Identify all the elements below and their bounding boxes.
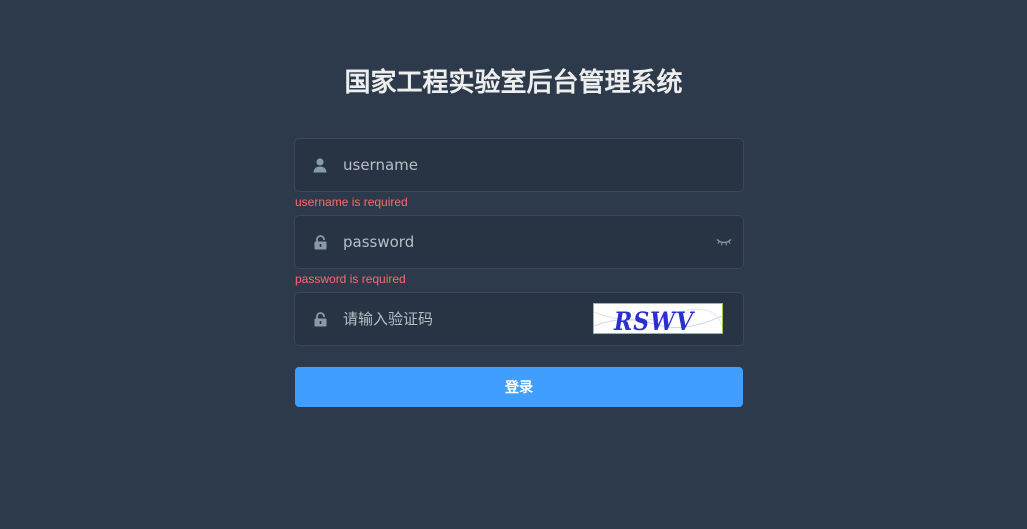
password-input[interactable]: [343, 216, 663, 268]
lock-icon: [312, 311, 328, 327]
password-field: [294, 215, 744, 269]
login-form: username is required: [294, 138, 744, 407]
eye-closed-icon[interactable]: [715, 236, 733, 248]
username-input[interactable]: [343, 139, 663, 191]
captcha-field: RSWV: [294, 292, 744, 346]
login-page: 国家工程实验室后台管理系统 username is required: [0, 0, 1027, 529]
captcha-image[interactable]: RSWV: [593, 303, 723, 334]
captcha-text: RSWV: [613, 307, 695, 333]
lock-icon: [312, 234, 328, 250]
username-error: username is required: [295, 195, 408, 209]
login-button[interactable]: 登录: [295, 367, 743, 407]
user-icon: [312, 157, 328, 173]
page-title: 国家工程实验室后台管理系统: [344, 68, 683, 98]
password-error: password is required: [295, 272, 406, 286]
username-field: [294, 138, 744, 192]
captcha-input[interactable]: [343, 293, 583, 345]
